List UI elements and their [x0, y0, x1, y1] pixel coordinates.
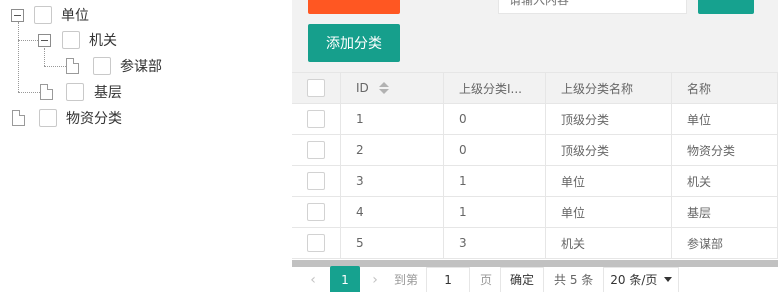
tree-node-label: 机关	[89, 33, 117, 49]
cell-parent-name: 顶级分类	[546, 104, 672, 134]
cell-id: 3	[341, 166, 444, 196]
tree-checkbox[interactable]	[93, 57, 111, 75]
search-button[interactable]	[698, 0, 754, 14]
header-select-cell	[292, 73, 341, 103]
header-name: 名称	[672, 73, 778, 103]
cell-parent-id: 3	[444, 228, 546, 258]
search-input[interactable]	[498, 0, 687, 14]
collapse-icon[interactable]	[38, 33, 51, 47]
tree-node-staff[interactable]: 参谋部	[66, 54, 162, 78]
cell-parent-name: 顶级分类	[546, 135, 672, 165]
cell-name: 参谋部	[672, 228, 778, 258]
goto-label: 到第	[394, 273, 419, 287]
table-row[interactable]: 3 1 单位 机关	[292, 166, 778, 197]
tree-checkbox[interactable]	[39, 109, 57, 127]
tree-node-label: 单位	[61, 8, 89, 24]
cell-parent-id: 0	[444, 135, 546, 165]
tree-connector	[18, 40, 38, 41]
header-parent-name: 上级分类名称	[546, 73, 672, 103]
cell-parent-name: 机关	[546, 228, 672, 258]
page-size-select[interactable]: 20 条/页	[603, 266, 680, 292]
tree-checkbox[interactable]	[34, 6, 52, 24]
orange-action-button[interactable]	[308, 0, 400, 14]
sort-icon[interactable]	[378, 82, 389, 94]
pagination: ‹ 1 › 到第 1 页 确定 共 5 条 20 条/页	[292, 265, 778, 292]
table-row[interactable]: 4 1 单位 基层	[292, 197, 778, 228]
total-count: 共 5 条	[554, 273, 594, 287]
tree-checkbox[interactable]	[66, 83, 84, 101]
tree-node-label: 基层	[94, 85, 122, 101]
header-parent-id: 上级分类I...	[444, 73, 546, 103]
cell-parent-id: 1	[444, 166, 546, 196]
row-checkbox[interactable]	[307, 234, 325, 252]
row-checkbox[interactable]	[307, 110, 325, 128]
chevron-down-icon	[664, 277, 673, 282]
row-select-cell	[292, 166, 341, 196]
row-checkbox[interactable]	[307, 203, 325, 221]
cell-name: 物资分类	[672, 135, 778, 165]
table-row[interactable]: 1 0 顶级分类 单位	[292, 104, 778, 135]
category-panel: 添加分类 ID 上级分类I... 上级分类名称 名称 1 0 顶级分类 单位 2…	[292, 0, 778, 292]
tree-connector	[18, 92, 40, 93]
row-checkbox[interactable]	[307, 172, 325, 190]
current-page-button[interactable]: 1	[330, 265, 360, 292]
select-all-checkbox[interactable]	[307, 79, 325, 97]
document-icon	[66, 58, 79, 74]
tree-connector	[18, 22, 19, 92]
cell-name: 机关	[672, 166, 778, 196]
cell-name: 基层	[672, 197, 778, 227]
cell-parent-name: 单位	[546, 166, 672, 196]
header-id[interactable]: ID	[341, 73, 444, 103]
cell-name: 单位	[672, 104, 778, 134]
table-header: ID 上级分类I... 上级分类名称 名称	[292, 72, 778, 104]
search-field[interactable]	[499, 0, 686, 13]
tree-node-label: 参谋部	[120, 59, 162, 75]
goto-page-input[interactable]: 1	[426, 266, 471, 292]
tree-node-organ[interactable]: 机关	[38, 28, 117, 52]
row-select-cell	[292, 228, 341, 258]
tree-node-grassroots[interactable]: 基层	[40, 80, 122, 104]
row-select-cell	[292, 135, 341, 165]
collapse-icon[interactable]	[11, 8, 24, 22]
tree-connector	[44, 66, 66, 67]
prev-page-icon[interactable]: ‹	[306, 272, 320, 288]
category-tree: 单位 机关 参谋部 基层 物资分类	[0, 0, 292, 292]
next-page-icon[interactable]: ›	[368, 272, 382, 288]
tree-node-materials[interactable]: 物资分类	[12, 106, 122, 130]
row-checkbox[interactable]	[307, 141, 325, 159]
cell-parent-id: 1	[444, 197, 546, 227]
table-row[interactable]: 5 3 机关 参谋部	[292, 228, 778, 259]
tree-node-label: 物资分类	[66, 111, 122, 127]
confirm-page-button[interactable]: 确定	[500, 266, 545, 292]
tree-node-unit[interactable]: 单位	[11, 3, 89, 27]
cell-parent-name: 单位	[546, 197, 672, 227]
add-category-button[interactable]: 添加分类	[308, 24, 400, 62]
page-unit-label: 页	[480, 273, 493, 287]
document-icon	[40, 84, 53, 100]
category-table: ID 上级分类I... 上级分类名称 名称 1 0 顶级分类 单位 2 0 顶级…	[292, 72, 778, 260]
cell-id: 2	[341, 135, 444, 165]
document-icon	[12, 110, 25, 126]
header-id-label: ID	[356, 81, 369, 95]
row-select-cell	[292, 104, 341, 134]
cell-parent-id: 0	[444, 104, 546, 134]
cell-id: 1	[341, 104, 444, 134]
page-size-value: 20 条/页	[610, 273, 658, 287]
row-select-cell	[292, 197, 341, 227]
cell-id: 4	[341, 197, 444, 227]
cell-id: 5	[341, 228, 444, 258]
tree-checkbox[interactable]	[62, 31, 80, 49]
table-row[interactable]: 2 0 顶级分类 物资分类	[292, 135, 778, 166]
